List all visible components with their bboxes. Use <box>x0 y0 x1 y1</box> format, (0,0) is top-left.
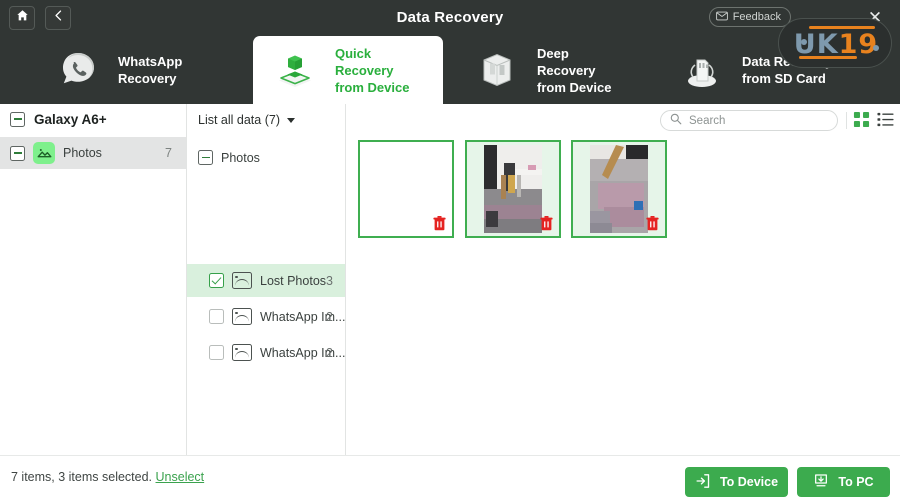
thumbnail-image <box>484 145 542 233</box>
image-icon <box>232 272 252 289</box>
minus-box-icon[interactable] <box>10 111 25 127</box>
image-icon <box>232 308 252 325</box>
thumbnail-item[interactable] <box>571 140 667 238</box>
toolbar-divider <box>846 112 847 129</box>
tab-whatsapp-recovery[interactable]: WhatsApp Recovery <box>36 36 226 104</box>
whatsapp-phone-icon <box>50 47 106 93</box>
list-view-icon[interactable] <box>877 111 896 130</box>
chevron-down-icon[interactable] <box>286 117 295 123</box>
list-item-count: 2 <box>326 345 333 360</box>
tab-label-line2: from Device <box>537 79 612 95</box>
grid-view-icon[interactable] <box>853 111 872 130</box>
tab-label-line2: Recovery <box>118 71 177 86</box>
list-filter-dropdown[interactable]: List all data (7) <box>187 104 345 136</box>
image-icon <box>33 142 55 164</box>
list-item-count: 3 <box>326 273 333 288</box>
search-icon <box>670 112 682 130</box>
status-text: 7 items, 3 items selected. Unselect <box>11 470 204 484</box>
watermark-dot-right <box>873 45 879 51</box>
envelope-icon <box>715 11 728 24</box>
checkbox-unchecked-icon[interactable] <box>209 345 224 360</box>
tab-label: Deep Recovery from Device <box>537 45 626 96</box>
checkbox-checked-icon[interactable] <box>209 273 224 288</box>
trash-icon[interactable] <box>646 216 659 231</box>
sidebar-item-count: 7 <box>165 146 172 160</box>
trash-icon[interactable] <box>433 216 446 231</box>
tab-deep-recovery-from-device[interactable]: Deep Recovery from Device <box>455 36 640 104</box>
sidebar-item-label: Photos <box>63 146 102 160</box>
category-root-photos[interactable]: Photos <box>187 141 345 174</box>
to-device-label: To Device <box>719 475 779 489</box>
tab-label-line1: Quick Recovery <box>335 45 394 78</box>
status-count-label: 7 items, 3 items selected. <box>11 470 153 484</box>
to-pc-label: To PC <box>838 475 874 489</box>
unselect-link[interactable]: Unselect <box>156 470 205 484</box>
export-to-device-icon <box>695 473 711 492</box>
checkbox-unchecked-icon[interactable] <box>209 309 224 324</box>
watermark-text-primary: UK <box>793 28 839 60</box>
watermark-logo: UK 19 <box>778 18 892 68</box>
list-item[interactable]: WhatsApp Im... 2 <box>187 336 345 369</box>
search-input[interactable]: Search <box>660 110 838 131</box>
mode-tab-strip: WhatsApp Recovery Quick Recovery from De… <box>0 36 900 104</box>
tab-label-line1: WhatsApp <box>118 54 183 69</box>
search-placeholder: Search <box>689 114 726 127</box>
watermark-text-accent: 19 <box>838 28 879 60</box>
trash-icon[interactable] <box>540 216 553 231</box>
tab-label-line1: Deep Recovery <box>537 45 596 78</box>
thumbnail-item[interactable] <box>465 140 561 238</box>
watermark-bar-top <box>809 26 875 29</box>
thumbnail-image <box>590 145 648 233</box>
title-bar: Data Recovery Feedback — — ✕ <box>0 0 900 36</box>
list-item[interactable]: WhatsApp Im... 2 <box>187 300 345 333</box>
sidebar-device-row[interactable]: Galaxy A6+ <box>0 104 186 134</box>
tab-label: Quick Recovery from Device <box>335 45 429 96</box>
thumbnail-item[interactable] <box>358 140 454 238</box>
to-pc-button[interactable]: To PC <box>797 467 890 497</box>
sd-card-icon <box>674 47 730 93</box>
category-list-panel: List all data (7) Photos Lost Photos 3 W… <box>187 104 345 455</box>
app-window: Data Recovery Feedback — — ✕ WhatsApp <box>0 0 900 500</box>
sidebar-item-photos[interactable]: Photos 7 <box>0 137 186 169</box>
to-device-button[interactable]: To Device <box>685 467 788 497</box>
list-filter-label: List all data (7) <box>198 113 280 127</box>
footer-bar: 7 items, 3 items selected. Unselect To D… <box>0 455 900 500</box>
tab-label-line2: from SD Card <box>742 71 826 86</box>
list-item[interactable]: Lost Photos 3 <box>187 264 345 297</box>
tab-quick-recovery-from-device[interactable]: Quick Recovery from Device <box>253 36 443 104</box>
content-panel: Search <box>346 104 900 455</box>
device-name: Galaxy A6+ <box>34 111 107 127</box>
open-box-icon <box>469 47 525 93</box>
minus-box-icon[interactable] <box>10 145 25 161</box>
green-cube-icon <box>267 47 323 93</box>
download-to-pc-icon <box>813 473 829 492</box>
image-icon <box>232 344 252 361</box>
watermark-bar-bottom <box>799 56 857 59</box>
tab-label: WhatsApp Recovery <box>118 53 182 87</box>
list-item-count: 2 <box>326 309 333 324</box>
tab-label-line2: from Device <box>335 79 410 95</box>
watermark-dot-left <box>801 39 807 45</box>
list-item-label: Lost Photos <box>260 273 327 288</box>
category-root-label: Photos <box>221 150 260 165</box>
device-sidebar: Galaxy A6+ Photos 7 <box>0 104 186 455</box>
feedback-label: Feedback <box>732 11 781 23</box>
minus-box-icon[interactable] <box>198 150 213 165</box>
